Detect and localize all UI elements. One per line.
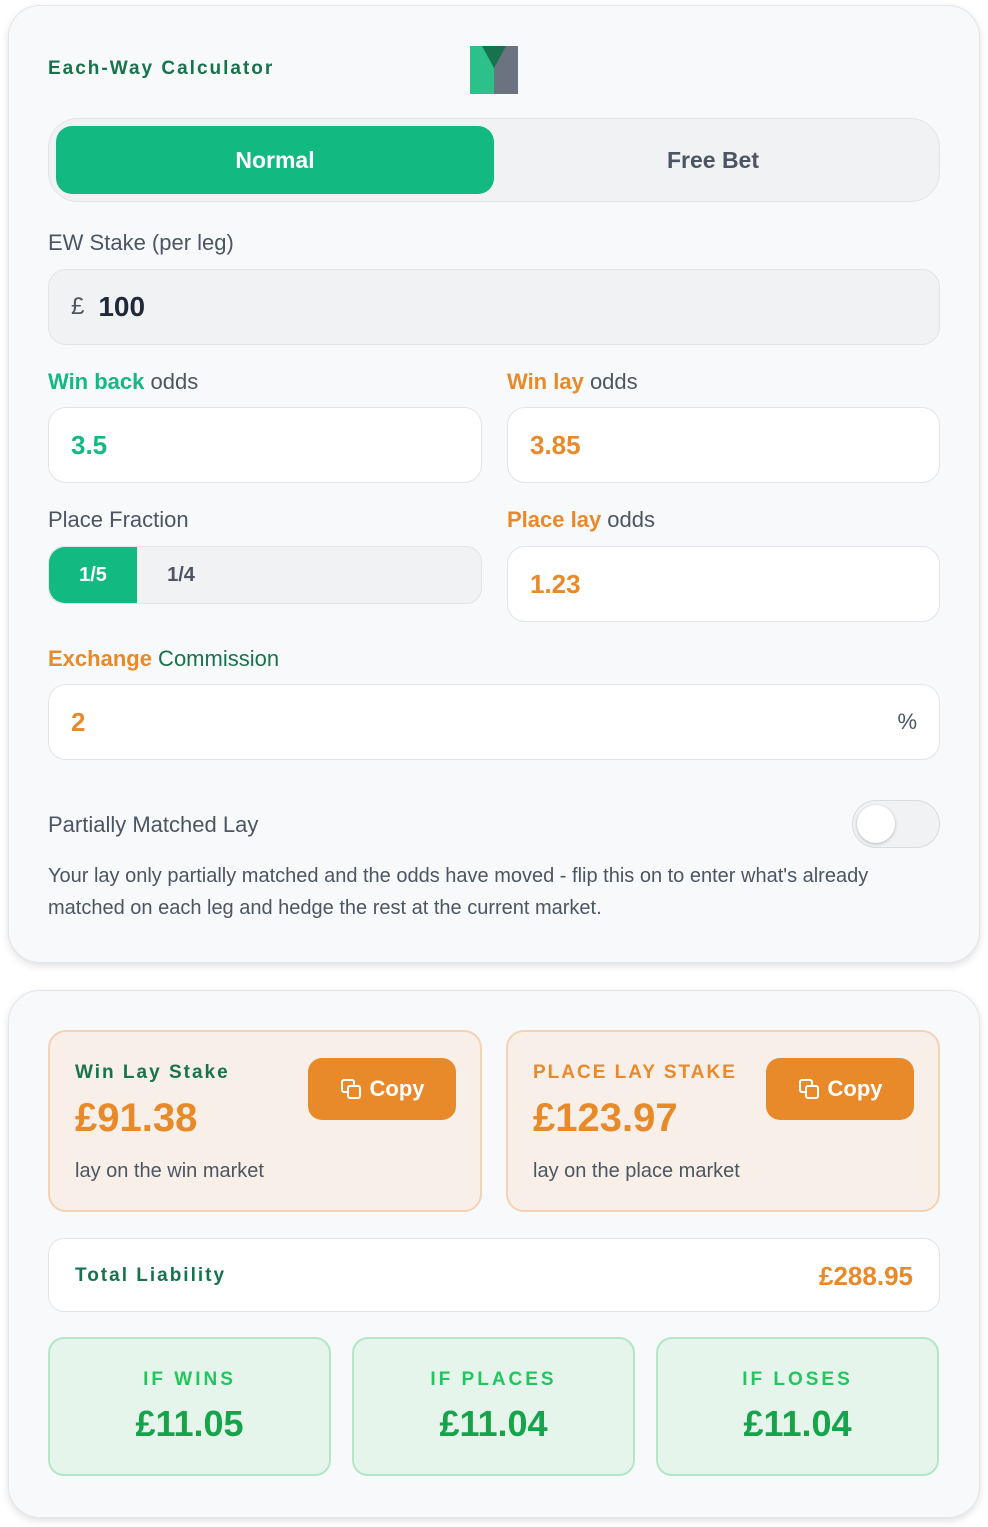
- place-lay-odds-value: 1.23: [530, 568, 581, 599]
- fraction-1-5-button[interactable]: 1/5: [49, 547, 137, 603]
- stake-value: 100: [98, 291, 146, 322]
- total-liability-label: Total Liability: [75, 1265, 227, 1286]
- commission-value: 2: [71, 706, 86, 737]
- partial-lay-description: Your lay only partially matched and the …: [48, 865, 869, 919]
- win-lay-odds-value: 3.85: [530, 429, 581, 460]
- copy-icon: [340, 1079, 361, 1099]
- win-back-label: Win back odds: [48, 369, 198, 395]
- place-fraction-label: Place Fraction: [48, 507, 189, 532]
- outcome-places-card: IF PLACES £11.04: [352, 1337, 635, 1476]
- place-lay-label-strong: Place lay: [507, 507, 602, 532]
- win-lay-stake-card: Win Lay Stake £91.38 lay on the win mark…: [48, 1030, 482, 1212]
- win-lay-label-rest: odds: [583, 369, 638, 394]
- outcome-loses-value: £11.04: [743, 1403, 852, 1444]
- stake-label: EW Stake (per leg): [48, 230, 234, 255]
- place-lay-odds-input[interactable]: 1.23: [507, 546, 940, 622]
- place-lay-label: Place lay odds: [507, 507, 655, 533]
- outcome-wins-card: IF WINS £11.05: [48, 1337, 331, 1476]
- commission-label: Exchange Commission: [48, 646, 279, 672]
- commission-label-rest: Commission: [151, 646, 280, 671]
- win-lay-label: Win lay odds: [507, 369, 638, 395]
- currency-symbol: £: [71, 293, 85, 320]
- place-lay-label-rest: odds: [601, 507, 656, 532]
- win-back-odds-input[interactable]: 3.5: [48, 407, 482, 483]
- logo-icon: [470, 46, 518, 94]
- win-lay-odds-input[interactable]: 3.85: [507, 407, 940, 483]
- place-lay-stake-title: PLACE LAY STAKE: [533, 1062, 737, 1083]
- percent-unit: %: [897, 709, 917, 734]
- app-title: Each-Way Calculator: [48, 58, 275, 79]
- place-lay-stake-card: PLACE LAY STAKE £123.97 lay on the place…: [506, 1030, 940, 1212]
- fraction-1-4-button[interactable]: 1/4: [137, 547, 225, 603]
- outcome-loses-label: IF LOSES: [742, 1369, 853, 1390]
- copy-place-lay-button[interactable]: Copy: [766, 1058, 914, 1120]
- win-back-label-strong: Win back: [48, 369, 145, 394]
- copy-label: Copy: [827, 1076, 883, 1101]
- outcome-places-value: £11.04: [439, 1403, 548, 1444]
- mode-normal-button[interactable]: Normal: [56, 126, 494, 194]
- win-lay-stake-title: Win Lay Stake: [75, 1062, 230, 1083]
- win-back-odds-value: 3.5: [71, 429, 108, 460]
- commission-label-strong: Exchange: [48, 646, 152, 671]
- win-lay-stake-subtitle: lay on the win market: [75, 1160, 264, 1182]
- copy-label: Copy: [369, 1076, 425, 1101]
- total-liability-row: Total Liability £288.95: [48, 1238, 940, 1312]
- win-lay-label-strong: Win lay: [507, 369, 584, 394]
- outcome-wins-value: £11.05: [135, 1403, 244, 1444]
- partial-lay-toggle[interactable]: [852, 800, 940, 848]
- outcome-loses-card: IF LOSES £11.04: [656, 1337, 939, 1476]
- mode-free-bet-button[interactable]: Free Bet: [494, 126, 932, 194]
- win-lay-stake-amount: £91.38: [75, 1096, 198, 1140]
- outcome-wins-label: IF WINS: [143, 1369, 236, 1390]
- place-fraction-selector: 1/5 1/4: [48, 546, 482, 604]
- copy-icon: [798, 1079, 819, 1099]
- toggle-knob: [857, 805, 895, 843]
- outcome-places-label: IF PLACES: [430, 1369, 557, 1390]
- total-liability-value: £288.95: [819, 1261, 913, 1291]
- copy-win-lay-button[interactable]: Copy: [308, 1058, 456, 1120]
- partial-lay-label: Partially Matched Lay: [48, 812, 259, 837]
- stake-input[interactable]: £ 100: [48, 269, 940, 345]
- commission-input[interactable]: 2 %: [48, 684, 940, 760]
- place-lay-stake-subtitle: lay on the place market: [533, 1160, 740, 1182]
- win-back-label-rest: odds: [144, 369, 199, 394]
- place-lay-stake-amount: £123.97: [533, 1096, 678, 1140]
- mode-toggle: Normal Free Bet: [48, 118, 940, 202]
